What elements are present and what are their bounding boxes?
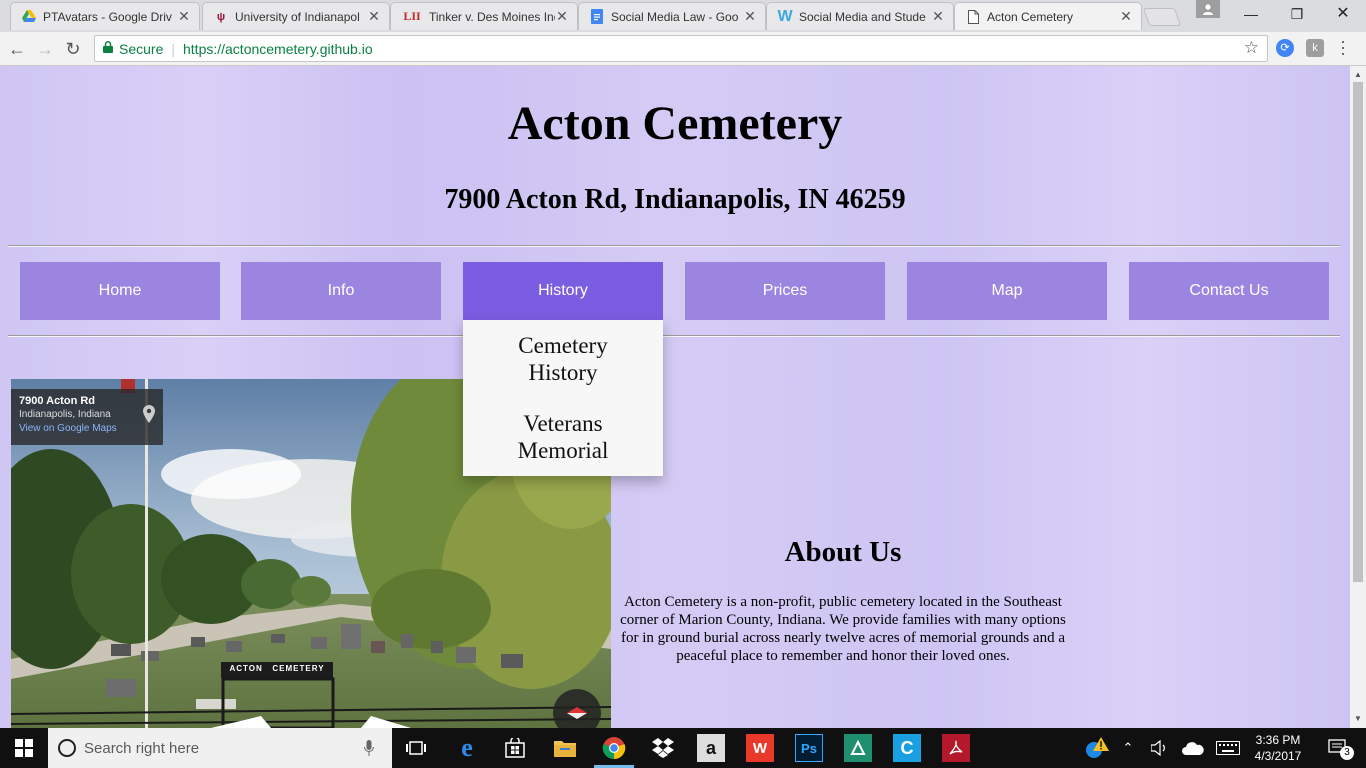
scroll-up-icon[interactable]: ▲ — [1354, 70, 1362, 79]
omnibox-divider: | — [171, 40, 175, 57]
c-app-icon[interactable]: C — [893, 734, 921, 762]
search-placeholder: Search right here — [84, 739, 200, 757]
nav-prices[interactable]: Prices — [685, 262, 885, 320]
clock-date: 4/3/2017 — [1254, 749, 1302, 763]
lii-icon: LII — [403, 9, 421, 23]
edge-icon[interactable]: e — [453, 733, 481, 762]
chrome-menu-icon[interactable]: · · · — [1340, 32, 1346, 62]
onedrive-icon[interactable] — [1180, 728, 1206, 768]
map-pin-icon[interactable] — [143, 405, 155, 428]
microphone-icon[interactable] — [364, 740, 374, 761]
close-tab-icon[interactable]: ✕ — [555, 8, 569, 25]
file-explorer-icon[interactable] — [551, 734, 579, 762]
tab-title: Acton Cemetery — [987, 9, 1074, 24]
browser-tab-tinker[interactable]: LII Tinker v. Des Moines Ind ✕ — [390, 2, 578, 30]
task-view-icon[interactable] — [402, 734, 430, 762]
browser-tab-acton-cemetery[interactable]: Acton Cemetery ✕ — [954, 2, 1142, 30]
address-bar[interactable]: Secure | https://actoncemetery.github.io… — [94, 35, 1268, 62]
action-center-icon[interactable]: 3 — [1318, 728, 1358, 768]
acrobat-icon[interactable] — [942, 734, 970, 762]
nav-info[interactable]: Info — [241, 262, 441, 320]
about-title: About Us — [784, 536, 902, 568]
windows-taskbar: Search right here e a W Ps C ⌃ 3:36 PM 4… — [0, 728, 1366, 768]
sketchup-icon[interactable] — [844, 734, 872, 762]
scrollbar-thumb[interactable] — [1353, 82, 1363, 582]
browser-tab-university[interactable]: ψ University of Indianapol ✕ — [202, 2, 390, 30]
cemetery-gate-sign: ACTON CEMETERY — [229, 664, 325, 673]
browser-tab-social-media-law[interactable]: Social Media Law - Goo ✕ — [578, 2, 766, 30]
store-icon[interactable] — [501, 734, 529, 762]
tab-title: Social Media and Stude — [799, 9, 926, 24]
page-scrollbar[interactable]: ▲ ▼ — [1350, 66, 1366, 728]
view-on-google-maps-link[interactable]: View on Google Maps — [19, 423, 155, 434]
nav-home[interactable]: Home — [20, 262, 220, 320]
tab-title: Tinker v. Des Moines Ind — [429, 9, 555, 24]
nav-divider — [8, 335, 1340, 337]
secure-label: Secure — [119, 40, 164, 57]
close-tab-icon[interactable]: ✕ — [1119, 8, 1133, 25]
street-view-info-card: 7900 Acton Rd Indianapolis, Indiana View… — [11, 389, 163, 445]
site-address: 7900 Acton Rd, Indianapolis, IN 46259 — [444, 184, 906, 215]
history-dropdown: Cemetery History Veterans Memorial — [463, 320, 663, 476]
dropdown-veterans-memorial[interactable]: Veterans Memorial — [463, 398, 663, 476]
forward-icon[interactable]: → — [32, 36, 58, 62]
cortana-icon — [58, 739, 76, 757]
keyboard-icon[interactable] — [1214, 728, 1242, 768]
dropbox-icon[interactable] — [649, 734, 677, 762]
nav-map[interactable]: Map — [907, 262, 1107, 320]
bookmark-star-icon[interactable]: ☆ — [1244, 38, 1259, 58]
tab-strip: PTAvatars - Google Driv ✕ ψ University o… — [0, 0, 1366, 32]
tab-title: University of Indianapol — [235, 9, 360, 24]
browser-tab-social-media-students[interactable]: W Social Media and Stude ✕ — [766, 2, 954, 30]
url-text[interactable]: https://actoncemetery.github.io — [183, 41, 373, 57]
street-view-city: Indianapolis, Indiana — [19, 409, 111, 420]
google-docs-icon — [589, 9, 605, 25]
profile-icon[interactable] — [1196, 0, 1220, 18]
about-text: Acton Cemetery is a non-profit, public c… — [620, 594, 1066, 664]
page-viewport: Acton Cemetery 7900 Acton Rd, Indianapol… — [0, 66, 1350, 728]
chrome-icon[interactable] — [600, 734, 628, 762]
browser-tab-ptavatars[interactable]: PTAvatars - Google Driv ✕ — [10, 2, 200, 30]
weebly-icon: W — [777, 7, 793, 25]
taskbar-search[interactable]: Search right here — [48, 728, 392, 768]
back-icon[interactable]: ← — [4, 36, 30, 62]
dropdown-cemetery-history[interactable]: Cemetery History — [463, 320, 663, 398]
nav-contact-us[interactable]: Contact Us — [1129, 262, 1329, 320]
site-title: Acton Cemetery — [507, 97, 843, 150]
close-tab-icon[interactable]: ✕ — [177, 8, 191, 25]
lock-icon — [103, 41, 113, 56]
nav-history[interactable]: History — [463, 262, 663, 320]
extension-refresh-icon[interactable]: ⟳ — [1276, 39, 1294, 57]
close-tab-icon[interactable]: ✕ — [931, 8, 945, 25]
amazon-icon[interactable]: a — [697, 734, 725, 762]
google-drive-icon — [21, 9, 37, 25]
volume-icon[interactable] — [1148, 728, 1172, 768]
system-clock[interactable]: 3:36 PM 4/3/2017 — [1248, 732, 1308, 764]
street-view-location: 7900 Acton Rd — [19, 395, 96, 407]
close-tab-icon[interactable]: ✕ — [743, 8, 757, 25]
wps-office-icon[interactable]: W — [746, 734, 774, 762]
tab-title: Social Media Law - Goo — [611, 9, 739, 24]
reload-icon[interactable]: ↻ — [60, 36, 86, 62]
close-tab-icon[interactable]: ✕ — [367, 8, 381, 25]
update-warning-icon[interactable] — [1082, 728, 1112, 768]
scroll-down-icon[interactable]: ▼ — [1354, 714, 1362, 723]
document-icon — [965, 9, 981, 25]
windows-start-icon[interactable] — [0, 728, 48, 768]
university-icon: ψ — [216, 10, 226, 23]
extension-k-icon[interactable]: k — [1306, 39, 1324, 57]
close-window-icon[interactable]: ✕ — [1320, 0, 1366, 30]
minimize-icon[interactable]: — — [1228, 0, 1274, 30]
clock-time: 3:36 PM — [1255, 733, 1301, 747]
notification-badge: 3 — [1340, 746, 1354, 760]
photoshop-icon[interactable]: Ps — [795, 734, 823, 762]
browser-toolbar: ← → ↻ Secure | https://actoncemetery.git… — [0, 32, 1366, 66]
header-divider — [8, 245, 1340, 247]
restore-icon[interactable]: ❐ — [1274, 0, 1320, 30]
tab-title: PTAvatars - Google Driv — [43, 9, 172, 24]
chevron-up-icon[interactable]: ⌃ — [1118, 728, 1138, 768]
new-tab-button[interactable] — [1142, 8, 1182, 26]
